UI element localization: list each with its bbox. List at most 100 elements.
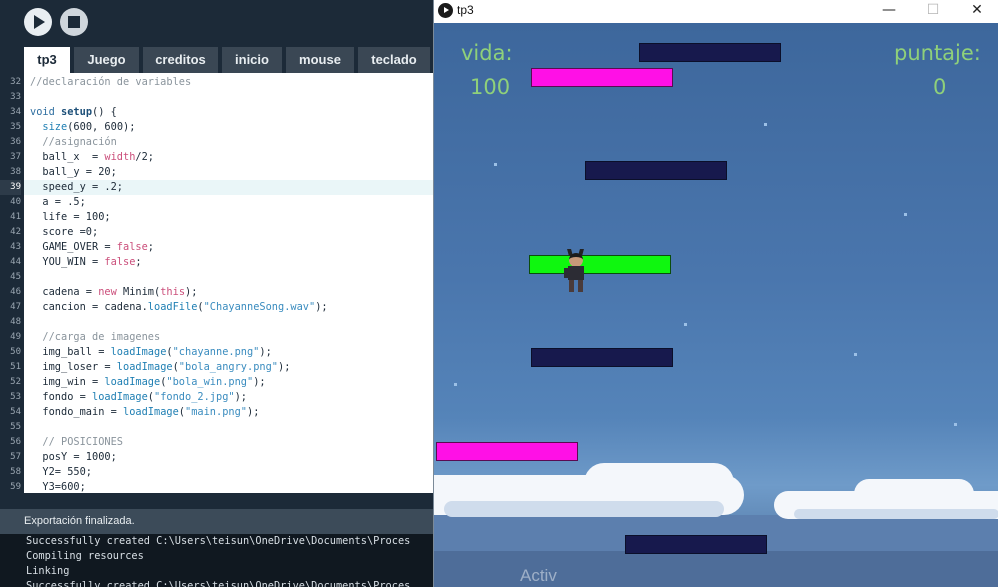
window-title: tp3 [457, 3, 474, 17]
tab-creditos[interactable]: creditos [143, 47, 218, 73]
console-line: Linking [26, 565, 70, 577]
code-line: // POSICIONES [30, 436, 123, 448]
game-window: tp3 — ☐ ✕ vida: 100 puntaje: 0 [433, 0, 998, 587]
tab-mouse[interactable]: mouse [286, 47, 354, 73]
line-number: 40 [10, 197, 21, 207]
star-decoration [494, 163, 497, 166]
line-number: 43 [10, 242, 21, 252]
line-number: 52 [10, 377, 21, 387]
code-line: score =0; [30, 226, 99, 238]
code-line: img_win = loadImage("bola_win.png"); [30, 376, 266, 388]
console-output[interactable]: Successfully created C:\Users\teisun\One… [0, 534, 433, 587]
line-number: 46 [10, 287, 21, 297]
cloud-shadow [444, 501, 724, 517]
line-number: 54 [10, 407, 21, 417]
tab-teclado[interactable]: teclado [358, 47, 430, 73]
line-number: 57 [10, 452, 21, 462]
code-editor[interactable]: 32 33 34 35 36 37 38 39 40 41 42 43 44 45 46 47 48 49 50 51… [0, 73, 433, 493]
life-value: 100 [470, 75, 511, 99]
processing-app-icon [438, 3, 453, 18]
window-titlebar[interactable]: tp3 — ☐ ✕ [434, 0, 998, 23]
code-line: size(600, 600); [42, 121, 136, 133]
code-line: img_ball = loadImage("chayanne.png"); [30, 346, 272, 358]
code-line: img_loser = loadImage("bola_angry.png"); [30, 361, 291, 373]
line-number: 39 [0, 180, 21, 195]
code-line: Y2= 550; [30, 466, 92, 478]
console-line: Successfully created C:\Users\teisun\One… [26, 580, 411, 587]
star-decoration [904, 213, 907, 216]
sea-shadow [434, 551, 998, 587]
score-label: puntaje: [894, 41, 981, 65]
line-number: 53 [10, 392, 21, 402]
star-decoration [454, 383, 457, 386]
score-value: 0 [933, 75, 947, 99]
code-line: void setup() { [30, 106, 117, 118]
tab-juego[interactable]: Juego [74, 47, 139, 73]
line-number: 42 [10, 227, 21, 237]
code-line: cadena = new Minim(this); [30, 286, 198, 298]
tab-inicio[interactable]: inicio [222, 47, 282, 73]
code-line: a = .5; [30, 196, 86, 208]
code-line: //asignación [30, 136, 117, 148]
code-line: //carga de imagenes [30, 331, 161, 343]
code-line: speed_y = .2; [30, 181, 123, 193]
star-decoration [854, 353, 857, 356]
line-number: 41 [10, 212, 21, 222]
line-number: 58 [10, 467, 21, 477]
code-line: ball_x = width/2; [30, 151, 155, 163]
star-decoration [764, 123, 767, 126]
code-line: fondo_main = loadImage("main.png"); [30, 406, 260, 418]
ide-toolbar [0, 0, 433, 45]
close-button[interactable]: ✕ [955, 0, 998, 23]
processing-ide: tp3 Juego creditos inicio mouse teclado … [0, 0, 433, 587]
cloud [584, 463, 734, 503]
line-number: 48 [10, 317, 21, 327]
line-number: 59 [10, 482, 21, 492]
code-line: YOU_WIN = false; [30, 256, 142, 268]
platform [585, 161, 727, 180]
code-line: fondo = loadImage("fondo_2.jpg"); [30, 391, 247, 403]
platform-green [529, 255, 671, 274]
line-number: 51 [10, 362, 21, 372]
player-character [564, 249, 588, 293]
line-number: 44 [10, 257, 21, 267]
platform-pink [436, 442, 578, 461]
line-number-gutter: 32 33 34 35 36 37 38 39 40 41 42 43 44 45 46 47 48 49 50 51… [0, 73, 24, 493]
line-number: 35 [10, 122, 21, 132]
code-line: life = 100; [30, 211, 111, 223]
console-line: Successfully created C:\Users\teisun\One… [26, 535, 411, 547]
platform-pink [531, 68, 673, 87]
line-number: 36 [10, 137, 21, 147]
minimize-button[interactable]: — [867, 0, 911, 23]
maximize-button[interactable]: ☐ [911, 0, 955, 23]
tab-tp3[interactable]: tp3 [24, 47, 70, 73]
line-number: 50 [10, 347, 21, 357]
star-decoration [684, 323, 687, 326]
platform [625, 535, 767, 554]
line-number: 34 [10, 107, 21, 117]
line-number: 38 [10, 167, 21, 177]
code-line: Y3=600; [30, 481, 86, 493]
sketch-tabs: tp3 Juego creditos inicio mouse teclado [0, 47, 433, 73]
star-decoration [954, 423, 957, 426]
run-button[interactable] [24, 8, 52, 36]
cloud-shadow [794, 509, 998, 519]
line-number: 47 [10, 302, 21, 312]
activation-watermark: Activ [520, 566, 557, 585]
platform [531, 348, 673, 367]
game-canvas[interactable]: vida: 100 puntaje: 0 [434, 23, 998, 587]
line-number: 45 [10, 272, 21, 282]
code-line: GAME_OVER = false; [30, 241, 154, 253]
line-number: 56 [10, 437, 21, 447]
code-line: //declaración de variables [30, 76, 192, 88]
cloud [854, 479, 974, 509]
line-number: 37 [10, 152, 21, 162]
line-number: 32 [10, 77, 21, 87]
code-line: ball_y = 20; [30, 166, 117, 178]
platform [639, 43, 781, 62]
status-bar: Exportación finalizada. [0, 509, 433, 534]
line-number: 49 [10, 332, 21, 342]
stop-button[interactable] [60, 8, 88, 36]
console-line: Compiling resources [26, 550, 144, 562]
line-number: 55 [10, 422, 21, 432]
